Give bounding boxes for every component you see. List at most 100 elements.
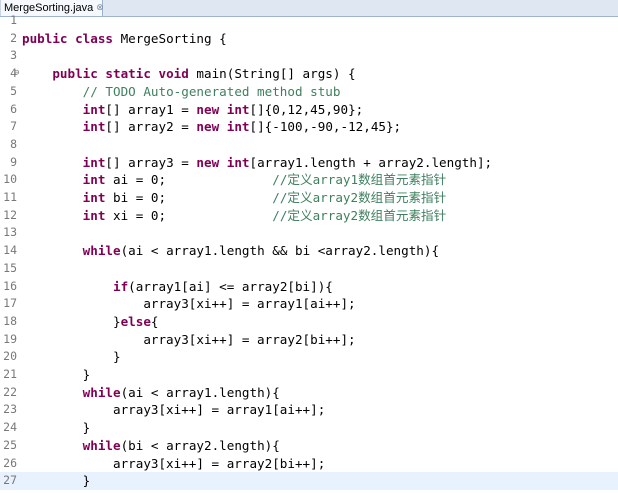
keyword-token: else [120,313,151,329]
code-text: int xi = 0; //定义array2数组首元素指针 [22,207,447,225]
code-text: } [22,472,91,490]
line-number: 3 [10,48,17,63]
code-line[interactable]: 21 } [0,366,618,384]
code-editor[interactable]: 1 2 public class MergeSorting {3 4 ⊖ public … [0,13,618,493]
code-line[interactable]: 20 } [0,348,618,366]
code-line[interactable]: 8 [0,136,618,154]
code-token: } [22,313,121,329]
line-number: 18 [3,313,17,328]
code-token: [] array1 = [105,101,197,117]
code-text: } [22,366,91,384]
code-line[interactable]: 10 int ai = 0; //定义array1数组首元素指针 [0,171,618,189]
code-token: (array1[ai] <= array2[bi]){ [128,278,333,294]
line-number: 20 [3,349,17,364]
line-number: 6 [10,101,17,116]
code-text: while(ai < array1.length && bi <array2.l… [22,242,439,260]
code-text: int ai = 0; //定义array1数组首元素指针 [22,171,447,189]
code-line[interactable]: 23 array3[xi++] = array1[ai++]; [0,401,618,419]
code-line[interactable]: 17 array3[xi++] = array1[ai++]; [0,295,618,313]
keyword-token: while [82,243,121,259]
code-line[interactable]: 27 } [0,472,618,490]
fold-toggle-icon[interactable]: ⊖ [14,65,19,83]
line-number: 26 [3,455,17,470]
code-line[interactable]: 13 [0,224,618,242]
code-text: array3[xi++] = array2[bi++]; [22,331,355,349]
code-token: [] array2 = [105,119,197,135]
code-token: [] array3 = [105,154,197,170]
code-line[interactable]: 6 int[] array1 = new int[]{0,12,45,90}; [0,101,618,119]
comment-token: //定义array2数组首元素指针 [272,190,447,205]
code-text: } [22,348,121,366]
code-text: array3[xi++] = array1[ai++]; [22,401,325,419]
code-token: (ai < array1.length){ [120,384,280,400]
code-token: } [22,367,91,382]
code-line[interactable]: 3 [0,47,618,65]
line-number: 14 [3,243,17,258]
line-number: 11 [3,190,17,204]
code-text: }else{ [22,313,159,331]
keyword-token: int [82,207,106,223]
keyword-token: new int [196,101,250,117]
code-token: } [22,420,91,436]
line-number: 16 [3,278,17,293]
line-number: 25 [3,437,17,452]
line-number: 13 [3,225,17,240]
line-number: 8 [10,136,17,151]
code-line[interactable]: 11 int bi = 0; //定义array2数组首元素指针 [0,189,618,207]
code-line[interactable]: 19 array3[xi++] = array2[bi++]; [0,331,618,349]
code-token: (ai < array1.length && bi <array2.length… [120,243,440,259]
code-token: } [22,349,121,365]
code-line[interactable]: 2 public class MergeSorting { [0,30,618,48]
code-text: if(array1[ai] <= array2[bi]){ [22,278,333,296]
line-number: 12 [3,207,17,222]
line-number: 1 [10,13,17,27]
code-token: []{-100,-90,-12,45}; [249,119,402,135]
line-number: 27 [3,473,17,488]
line-number: 23 [3,402,17,417]
code-line[interactable]: 16 if(array1[ai] <= array2[bi]){ [0,278,618,296]
code-text: while(bi < array2.length){ [22,437,280,455]
code-line[interactable]: 18 }else{ [0,313,618,331]
line-number: 10 [3,172,17,187]
keyword-token: public class [22,30,113,46]
code-line[interactable]: 4 ⊖ public static void main(String[] args… [0,65,618,83]
code-token: MergeSorting { [113,30,227,46]
code-text: while(ai < array1.length){ [22,384,280,402]
code-line[interactable]: 5 // TODO Auto-generated method stub [0,83,618,101]
code-token: ai = 0; [105,172,273,188]
code-line[interactable]: 22 while(ai < array1.length){ [0,384,618,402]
code-line[interactable]: 9 int[] array3 = new int[array1.length +… [0,154,618,172]
code-line[interactable]: 24 } [0,419,618,437]
code-line[interactable]: 26 array3[xi++] = array2[bi++]; [0,455,618,473]
line-number: 15 [3,260,17,275]
code-text: public static void main(String[] args) { [22,65,356,83]
code-line[interactable]: 14 while(ai < array1.length && bi <array… [0,242,618,260]
code-line[interactable]: 12 int xi = 0; //定义array2数组首元素指针 [0,207,618,225]
keyword-token: new int [196,119,250,135]
code-text: } [22,419,91,437]
code-token: [array1.length + array2.length]; [249,154,493,170]
code-token: main(String[] args) { [188,66,356,82]
code-token: } [22,473,91,489]
line-number: 19 [3,331,17,346]
code-text: int bi = 0; //定义array2数组首元素指针 [22,189,447,207]
line-number: 2 [10,30,17,45]
code-line[interactable]: 1 [0,12,618,30]
code-text: array3[xi++] = array1[ai++]; [22,295,355,313]
keyword-token: int [82,172,106,188]
line-number: 7 [10,119,17,134]
code-line[interactable]: 15 [0,260,618,278]
keyword-token: new int [196,154,250,170]
keyword-token: int [82,119,106,135]
code-line[interactable]: 7 int[] array2 = new int[]{-100,-90,-12,… [0,118,618,136]
code-token: bi = 0; [105,190,273,205]
code-line[interactable]: 25 while(bi < array2.length){ [0,437,618,455]
code-token: array3[xi++] = array2[bi++]; [22,455,326,471]
line-number: 17 [3,296,17,311]
